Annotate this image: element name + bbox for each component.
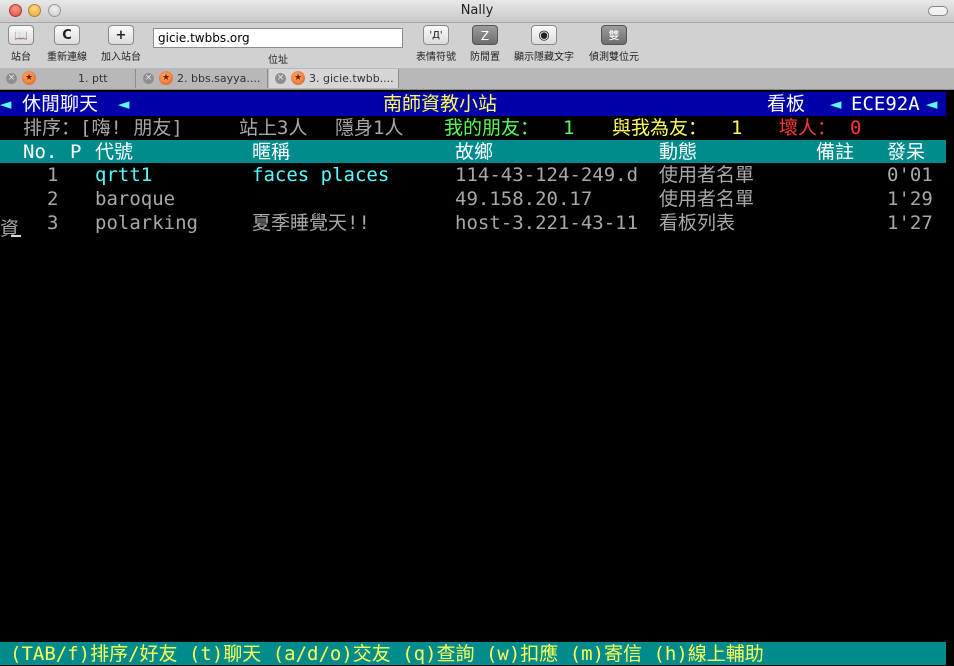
col-nick: 暱稱 — [252, 141, 291, 163]
row-nick: faces places — [252, 164, 390, 186]
sites-label: 站台 — [11, 52, 31, 63]
row-status: 看板列表 — [659, 212, 736, 234]
add-site-label: 加入站台 — [101, 52, 141, 63]
header-board-name: ECE92A — [851, 93, 920, 115]
row-from: 49.158.20.17 — [455, 188, 593, 210]
tab-3[interactable]: × ★ 3. gicie.twbb.... — [269, 69, 399, 88]
hidden-count: 隱身1人 — [335, 117, 404, 139]
col-idle: 發呆 — [887, 141, 926, 163]
tab-2[interactable]: × ★ 2. bbs.sayya.... — [137, 69, 268, 88]
site-favicon-icon: ★ — [159, 71, 173, 85]
row-status: 使用者名單 — [659, 188, 755, 210]
row-nick: 夏季睡覺天!! — [252, 212, 370, 234]
sites-button[interactable]: 📖 站台 — [6, 25, 36, 63]
cursor-row-marker: 資 — [0, 218, 20, 240]
column-header-bar: No. P 代號 暱稱 故鄉 動態 備註 發呆 — [0, 140, 946, 163]
row-from: 114-43-124-249.d — [455, 164, 639, 186]
anti-idle-label: 防閒置 — [470, 52, 500, 63]
col-from: 故鄉 — [455, 141, 494, 163]
header-left-title: 休閒聊天 — [22, 93, 99, 115]
row-idle: 1'27 — [887, 212, 933, 234]
plus-icon: + — [108, 25, 134, 45]
address-input[interactable] — [153, 28, 403, 48]
help-text: (TAB/f)排序/好友 (t)聊天 (a/d/o)交友 (q)查詢 (w)扣應… — [10, 643, 764, 665]
row-idle: 1'29 — [887, 188, 933, 210]
arrow-left-icon: ◄ — [926, 93, 938, 115]
mutual-friends-label: 與我為友： — [612, 117, 708, 139]
col-note: 備註 — [816, 141, 855, 163]
board-header-bar: ◄ 休閒聊天 ◄ 南師資教小站 看板 ◄ ECE92A ◄ — [0, 92, 946, 116]
bad-users-count: 0 — [850, 117, 862, 139]
reconnect-label: 重新連線 — [47, 52, 87, 63]
detect-double-byte-button[interactable]: 雙 偵測雙位元 — [584, 25, 644, 63]
mutual-friends-count: 1 — [731, 117, 743, 139]
arrow-left-icon: ◄ — [118, 93, 130, 115]
arrow-left-icon: ◄ — [830, 93, 842, 115]
online-count: 站上3人 — [239, 117, 308, 139]
arrow-left-icon: ◄ — [0, 93, 12, 115]
col-no: No. — [23, 141, 58, 163]
row-no: 2 — [47, 188, 59, 210]
row-id: baroque — [95, 188, 176, 210]
sort-mode: 排序：[嗨! 朋友] — [23, 117, 183, 139]
terminal-screen[interactable]: ◄ 休閒聊天 ◄ 南師資教小站 看板 ◄ ECE92A ◄ 排序：[嗨! 朋友]… — [0, 90, 954, 665]
show-hidden-text-button[interactable]: ◉ 顯示隱藏文字 — [509, 25, 579, 63]
emoticons-label: 表情符號 — [416, 52, 456, 63]
site-favicon-icon: ★ — [22, 71, 36, 85]
reconnect-button[interactable]: C 重新連線 — [43, 25, 91, 63]
close-tab-icon[interactable]: × — [143, 73, 154, 84]
double-byte-icon: 雙 — [601, 25, 627, 45]
anti-idle-button[interactable]: Z 防閒置 — [466, 25, 504, 63]
toolbar-toggle-button[interactable] — [928, 6, 948, 16]
col-p: P — [70, 141, 82, 163]
tab-bar: × ★ 1. ptt × ★ 2. bbs.sayya.... × ★ 3. g… — [0, 68, 954, 90]
anti-idle-icon: Z — [472, 25, 498, 45]
tab-label: 3. gicie.twbb.... — [309, 72, 394, 85]
row-id: polarking — [95, 212, 198, 234]
toolbar: 📖 站台 C 重新連線 + 加入站台 位址 'Д' 表情符號 Z 防閒置 ◉ 顯… — [0, 23, 954, 68]
tab-1[interactable]: × ★ 1. ptt — [0, 69, 136, 88]
emoticons-button[interactable]: 'Д' 表情符號 — [412, 25, 460, 63]
window-title: Nally — [460, 3, 494, 18]
close-tab-icon[interactable]: × — [6, 73, 17, 84]
add-site-button[interactable]: + 加入站台 — [97, 25, 145, 63]
help-footer-bar: (TAB/f)排序/好友 (t)聊天 (a/d/o)交友 (q)查詢 (w)扣應… — [0, 642, 946, 665]
text-cursor — [11, 235, 21, 237]
row-status: 使用者名單 — [659, 164, 755, 186]
tab-label: 1. ptt — [78, 72, 108, 85]
header-site-name: 南師資教小站 — [383, 93, 498, 115]
address-label: 位址 — [268, 55, 288, 66]
emoticon-icon: 'Д' — [423, 25, 449, 45]
col-id: 代號 — [95, 141, 134, 163]
close-tab-icon[interactable]: × — [275, 73, 286, 84]
show-hidden-text-label: 顯示隱藏文字 — [514, 52, 574, 63]
row-no: 3 — [47, 212, 59, 234]
title-bar: Nally — [0, 0, 954, 23]
detect-double-byte-label: 偵測雙位元 — [589, 52, 639, 63]
row-from: host-3.221-43-11 — [455, 212, 639, 234]
row-id: qrtt1 — [95, 164, 153, 186]
friends-count: 1 — [563, 117, 575, 139]
eye-icon: ◉ — [531, 25, 557, 45]
tab-label: 2. bbs.sayya.... — [177, 72, 261, 85]
address-group: 位址 — [153, 27, 403, 66]
reload-icon: C — [54, 25, 80, 45]
friends-label: 我的朋友： — [444, 117, 540, 139]
row-no: 1 — [47, 164, 59, 186]
row-idle: 0'01 — [887, 164, 933, 186]
book-icon: 📖 — [8, 25, 34, 45]
header-board-label: 看板 — [767, 93, 806, 115]
site-favicon-icon: ★ — [291, 71, 305, 85]
col-status: 動態 — [659, 141, 698, 163]
bad-users-label: 壞人： — [779, 117, 837, 139]
